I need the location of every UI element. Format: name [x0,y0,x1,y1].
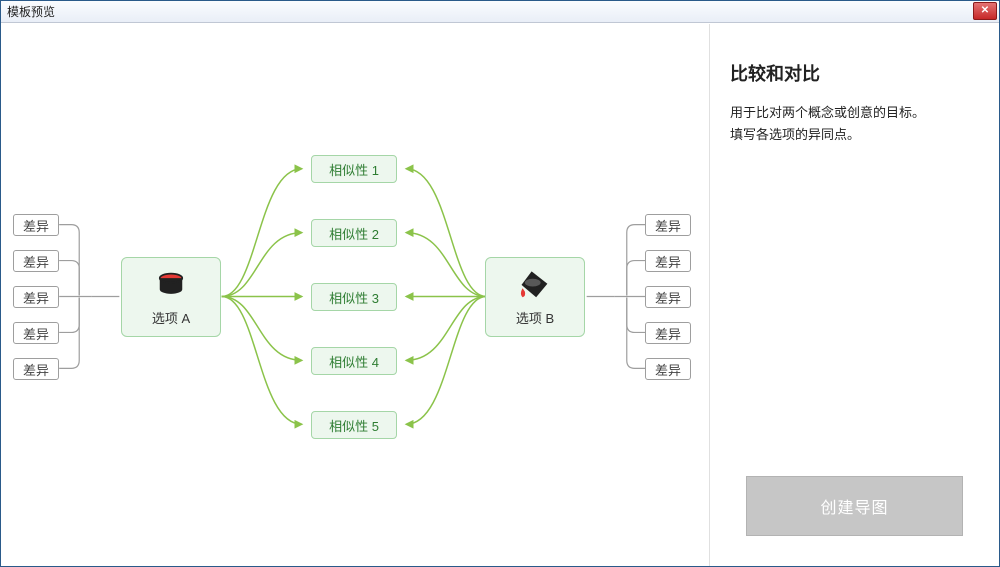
similarity-node[interactable]: 相似性 4 [311,347,397,375]
similarity-node[interactable]: 相似性 3 [311,283,397,311]
option-a-node[interactable]: 选项 A [121,257,221,337]
option-a-label: 选项 A [152,308,190,327]
option-b-label: 选项 B [516,308,554,327]
similarity-node[interactable]: 相似性 5 [311,411,397,439]
close-icon: ✕ [981,6,989,16]
diff-right-node[interactable]: 差异 [645,322,691,344]
window-title: 模板预览 [7,3,55,20]
similarity-node[interactable]: 相似性 1 [311,155,397,183]
titlebar: 模板预览 ✕ [1,1,999,23]
body: 差异 差异 差异 差异 差异 差异 差异 差异 差异 差异 选项 A [1,23,999,566]
option-b-node[interactable]: 选项 B [485,257,585,337]
diff-right-node[interactable]: 差异 [645,214,691,236]
window-close-button[interactable]: ✕ [973,2,997,20]
similarity-node[interactable]: 相似性 2 [311,219,397,247]
diff-left-node[interactable]: 差异 [13,214,59,236]
paint-can-icon [153,268,189,304]
diff-right-node[interactable]: 差异 [645,250,691,272]
diff-left-node[interactable]: 差异 [13,250,59,272]
diagram-canvas[interactable]: 差异 差异 差异 差异 差异 差异 差异 差异 差异 差异 选项 A [1,24,709,566]
diff-left-node[interactable]: 差异 [13,322,59,344]
paint-bucket-icon [517,268,553,304]
side-panel: 比较和对比 用于比对两个概念或创意的目标。 填写各选项的异同点。 创建导图 [709,24,999,566]
create-map-button[interactable]: 创建导图 [746,476,963,536]
template-preview-window: 模板预览 ✕ [0,0,1000,567]
diff-right-node[interactable]: 差异 [645,358,691,380]
panel-heading: 比较和对比 [730,60,979,86]
diff-right-node[interactable]: 差异 [645,286,691,308]
panel-description: 用于比对两个概念或创意的目标。 填写各选项的异同点。 [730,102,979,146]
diff-left-node[interactable]: 差异 [13,358,59,380]
diff-left-node[interactable]: 差异 [13,286,59,308]
